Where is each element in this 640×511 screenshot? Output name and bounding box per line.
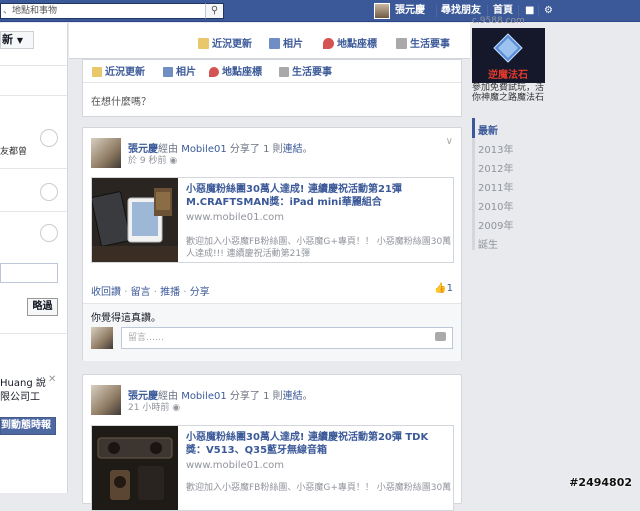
friend-snippet: 友都曾 — [0, 147, 28, 157]
search-icon[interactable]: ⚲ — [205, 3, 224, 19]
link-thumbnail[interactable] — [92, 426, 178, 510]
author-avatar[interactable] — [91, 138, 121, 168]
select-circle[interactable] — [40, 224, 58, 242]
globe-icon: ◉ — [169, 156, 178, 166]
link-word[interactable]: 連結 — [283, 391, 303, 402]
link-preview[interactable]: 小惡魔粉絲團30萬人達成! 連續慶祝活動第20彈 TDK獎：V513、Q35藍牙… — [91, 425, 454, 511]
timeline-item-2010[interactable]: 2010年 — [478, 198, 513, 213]
thumbs-up-icon: 👍 — [434, 283, 447, 294]
timeline-item-latest[interactable]: 最新 — [478, 122, 498, 137]
composer-tab-life-event[interactable]: 生活要事 — [279, 63, 332, 78]
link-preview[interactable]: 小惡魔粉絲團30萬人達成! 連續慶祝活動第21彈 M.CRAFTSMAN獎：iP… — [91, 177, 454, 263]
tab-place[interactable]: 地點座標 — [323, 35, 377, 50]
sticky-composer-header: 近況更新 相片 地點座標 生活要事 — [69, 23, 470, 59]
comment-action[interactable]: 留言 — [131, 287, 151, 298]
nav-divider — [538, 5, 539, 17]
search-input[interactable]: 、地點和事物 — [0, 3, 224, 19]
feed-post: 張元慶經由 Mobile01 分享了 1 則連結。 於 9 秒前 ◉ ∨ 小惡魔… — [82, 127, 462, 361]
divider — [0, 211, 67, 212]
left-column: 新 ▼ 友都曾 略過 Huang 說 ✕ 限公司工 到動態時報 — [0, 23, 68, 493]
status-icon — [198, 38, 209, 49]
top-navigation-bar: 、地點和事物 ⚲ 張元慶 尋找朋友 首頁 ■ ⚙ — [0, 0, 640, 22]
ad-title: 逆魔法石 — [488, 68, 528, 81]
link-thumbnail[interactable] — [92, 178, 178, 262]
user-avatar[interactable] — [374, 3, 390, 19]
nav-divider — [436, 5, 437, 17]
life-event-icon — [396, 38, 407, 49]
settings-gear-icon[interactable]: ⚙ — [544, 4, 553, 18]
post-timestamp[interactable]: 21 小時前 ◉ — [128, 400, 180, 413]
composer-input[interactable]: 在想什麼嗎？ — [91, 93, 151, 108]
divider — [0, 65, 67, 66]
timeline-item-2013[interactable]: 2013年 — [478, 141, 513, 156]
close-icon[interactable]: ✕ — [48, 374, 56, 385]
status-icon — [92, 67, 102, 77]
link-description: 歡迎加入小惡魔FB粉絲團、小惡魔G+專頁！！ 小惡魔粉絲團30萬人達成!!! 連… — [186, 483, 452, 493]
divider — [0, 333, 67, 334]
chevron-down-icon[interactable]: ∨ — [446, 136, 453, 147]
magic-stone-image: 逆魔法石 — [472, 28, 545, 83]
divider — [0, 95, 67, 96]
skip-button[interactable]: 略過 — [27, 298, 58, 316]
link-description: 歡迎加入小惡魔FB粉絲團、小惡魔G+專頁！！ 小惡魔粉絲團30萬人達成!!! 連… — [186, 237, 452, 259]
select-circle[interactable] — [40, 129, 58, 147]
share-action[interactable]: 分享 — [190, 287, 210, 298]
ad-description[interactable]: 參加免費試玩，活你神魔之路魔法石 — [472, 83, 552, 103]
link-word[interactable]: 連結 — [283, 144, 303, 155]
tab-life-event[interactable]: 生活要事 — [396, 35, 450, 50]
link-domain: www.mobile01.com — [186, 212, 284, 223]
feed-post: 張元慶經由 Mobile01 分享了 1 則連結。 21 小時前 ◉ 小惡魔粉絲… — [82, 374, 462, 511]
globe-icon: ◉ — [172, 403, 181, 413]
timeline-item-2011[interactable]: 2011年 — [478, 179, 513, 194]
profile-link[interactable]: 張元慶 — [395, 4, 425, 18]
like-sentence: 你覺得這真讚。 — [91, 313, 161, 324]
commenter-avatar — [91, 327, 113, 349]
composer-tab-status[interactable]: 近況更新 — [92, 63, 145, 78]
unlike-action[interactable]: 收回讚 — [91, 287, 121, 298]
timeline-scrubber-active — [472, 118, 475, 138]
link-title[interactable]: 小惡魔粉絲團30萬人達成! 連續慶祝活動第21彈 M.CRAFTSMAN獎：iP… — [186, 183, 446, 209]
link-title[interactable]: 小惡魔粉絲團30萬人達成! 連續慶祝活動第20彈 TDK獎：V513、Q35藍牙… — [186, 431, 446, 457]
friend-requests-icon[interactable]: ■ — [525, 4, 534, 18]
suggest-name[interactable]: Huang 說 — [0, 374, 46, 389]
new-dropdown-button[interactable]: 新 ▼ — [0, 31, 34, 49]
life-event-icon — [279, 67, 289, 77]
camera-icon[interactable] — [435, 332, 446, 341]
source-link[interactable]: Mobile01 — [181, 144, 227, 155]
divider — [83, 82, 461, 83]
chevron-down-icon: ▼ — [16, 36, 23, 45]
left-text-input[interactable] — [0, 263, 58, 283]
timeline-item-2012[interactable]: 2012年 — [478, 160, 513, 175]
divider — [0, 168, 67, 169]
timeline-item-2009[interactable]: 2009年 — [478, 217, 513, 232]
composer-tab-photo[interactable]: 相片 — [163, 63, 196, 78]
status-composer: 近況更新 相片 地點座標 生活要事 在想什麼嗎？ — [82, 59, 462, 117]
select-circle[interactable] — [40, 183, 58, 201]
like-count[interactable]: 👍1 — [434, 283, 453, 294]
location-pin-icon — [323, 38, 334, 49]
suggest-company: 限公司工 — [0, 392, 40, 403]
ad-url[interactable]: c.9588.com — [472, 16, 525, 26]
ipad-product-image — [92, 178, 178, 262]
post-timestamp[interactable]: 於 9 秒前 ◉ — [128, 153, 177, 166]
post-actions: 收回讚 · 留言 · 推播 · 分享 — [91, 287, 210, 298]
tab-photo[interactable]: 相片 — [269, 35, 303, 50]
author-avatar[interactable] — [91, 385, 121, 415]
comment-input[interactable]: 留言…… — [121, 327, 453, 349]
tab-status-update[interactable]: 近況更新 — [198, 35, 252, 50]
timeline-item-born[interactable]: 誕生 — [478, 236, 498, 251]
photo-icon — [163, 67, 173, 77]
location-pin-icon — [209, 67, 219, 77]
speaker-product-image — [92, 426, 178, 510]
feedback-section: 你覺得這真讚。 留言…… — [83, 303, 461, 361]
ad-image[interactable]: 逆魔法石 — [472, 28, 545, 83]
promote-action[interactable]: 推播 — [160, 287, 180, 298]
photo-icon — [269, 38, 280, 49]
composer-tab-place[interactable]: 地點座標 — [209, 63, 262, 78]
image-watermark: #2494802 — [569, 476, 632, 489]
go-to-timeline-button[interactable]: 到動態時報 — [0, 417, 56, 435]
link-domain: www.mobile01.com — [186, 460, 284, 471]
source-link[interactable]: Mobile01 — [181, 391, 227, 402]
